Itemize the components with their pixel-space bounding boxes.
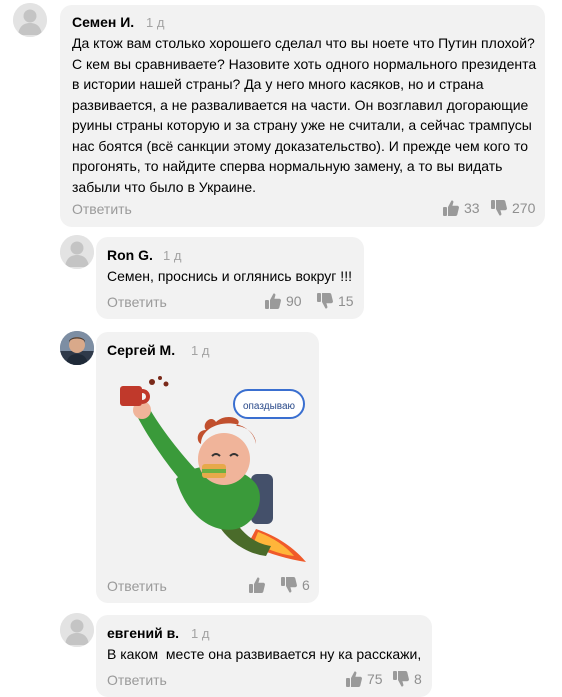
thumbs-up-icon (346, 671, 362, 687)
thumbs-up-icon (443, 200, 459, 216)
dislike-button[interactable]: 6 (280, 576, 310, 594)
comment-text-line: С кем вы сравниваете? Назовите хоть одно… (72, 55, 537, 72)
comment-text: Семен, проснись и оглянись вокруг !!! (107, 268, 352, 284)
reply-button[interactable]: Ответить (72, 201, 132, 217)
thumbs-down-icon (491, 200, 507, 216)
thumbs-down-icon (281, 577, 297, 593)
dislike-button[interactable]: 15 (316, 292, 354, 310)
comment-text: Да ктож вам столько хорошего сделал что … (72, 33, 542, 197)
thumbs-down-icon (393, 671, 409, 687)
avatar[interactable] (60, 613, 94, 647)
sticker-caption: опаздываю (243, 401, 296, 412)
reply-button[interactable]: Ответить (107, 578, 167, 594)
like-button[interactable] (248, 576, 266, 594)
comment-text-line: развивается, а не разваливается на части… (72, 96, 529, 113)
dislike-button[interactable]: 270 (490, 199, 535, 217)
thumbs-down-icon (317, 293, 333, 309)
user-photo-avatar (60, 331, 94, 365)
comment-author[interactable]: Семен И. (72, 14, 134, 30)
comment-bubble: Семен И. 1 д Да ктож вам столько хорошег… (60, 5, 545, 227)
comment-text-line: Да ктож вам столько хорошего сделал что … (72, 35, 535, 51)
dislike-count: 6 (302, 577, 310, 593)
dislike-count: 8 (414, 671, 422, 687)
dislike-count: 15 (338, 293, 354, 309)
reply-button[interactable]: Ответить (107, 294, 167, 310)
comment-time[interactable]: 1 д (146, 15, 164, 30)
sticker-image: опаздываю (120, 376, 306, 562)
like-button[interactable]: 33 (442, 199, 480, 217)
dislike-button[interactable]: 8 (392, 670, 422, 688)
comment-author[interactable]: евгений в. (107, 625, 179, 641)
comment-text-line: нас боятся (всё санкции этому доказатель… (72, 137, 529, 154)
comment-text-line: руины страны которую и за страну уже не … (72, 117, 532, 133)
comment-author[interactable]: Сергей М. (107, 342, 175, 358)
user-silhouette-icon (13, 3, 47, 37)
like-button[interactable]: 90 (264, 292, 302, 310)
comment-text-line: забыли что было в Украине. (72, 178, 256, 195)
avatar[interactable] (60, 331, 94, 365)
comment-bubble: Сергей М. 1 д опаздываю Ответить 6 (96, 332, 319, 603)
avatar[interactable] (60, 235, 94, 269)
user-silhouette-icon (60, 235, 94, 269)
comment-bubble: Ron G. 1 д Семен, проснись и оглянись во… (96, 237, 364, 319)
thumbs-up-icon (249, 577, 265, 593)
comment-text-line: в истории нашей страны? Да у него много … (72, 76, 484, 92)
dislike-count: 270 (512, 200, 536, 216)
user-silhouette-icon (60, 613, 94, 647)
comment-bubble: евгений в. 1 д В каком месте она развива… (96, 615, 432, 697)
avatar[interactable] (13, 3, 47, 37)
like-count: 90 (286, 293, 302, 309)
comment-time[interactable]: 1 д (191, 626, 209, 641)
comment-time[interactable]: 1 д (163, 248, 181, 263)
comment-text: В каком месте она развивается ну ка расс… (107, 646, 422, 662)
like-button[interactable]: 75 (345, 670, 383, 688)
like-count: 33 (464, 200, 480, 216)
thumbs-up-icon (265, 293, 281, 309)
comment-author[interactable]: Ron G. (107, 247, 153, 263)
reply-button[interactable]: Ответить (107, 672, 167, 688)
comment-text-line: прогонять, то найдите сперва нормальную … (72, 158, 503, 174)
like-count: 75 (367, 671, 383, 687)
comment-time[interactable]: 1 д (191, 343, 209, 358)
